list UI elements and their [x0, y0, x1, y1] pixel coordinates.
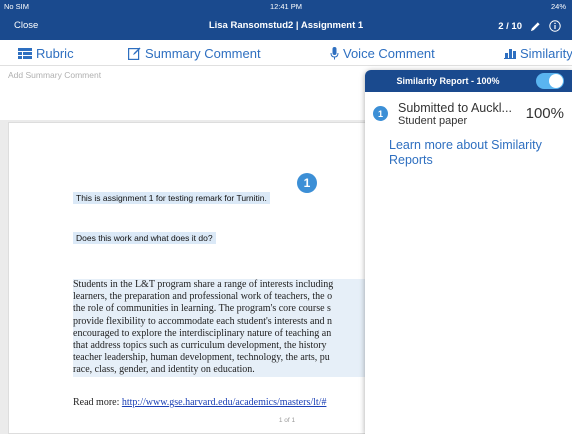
similarity-report-title: Similarity Report - 100% — [396, 76, 500, 86]
similarity-toggle[interactable] — [536, 73, 564, 89]
match-number-badge: 1 — [373, 106, 388, 121]
voice-comment-label: Voice Comment — [343, 45, 435, 61]
rubric-button[interactable]: Rubric — [18, 45, 74, 61]
read-more-link[interactable]: http://www.gse.harvard.edu/academics/mas… — [122, 397, 327, 408]
summary-comment-input[interactable] — [8, 70, 308, 80]
document-paragraph: Students in the L&T program share a rang… — [73, 279, 373, 377]
paragraph-line: teacher leadership, human development, t… — [73, 352, 373, 365]
top-bar: No SIM 12:41 PM 24% Close Lisa Ransomstu… — [0, 0, 572, 40]
grading-toolbar: Rubric Summary Comment Voice Comment Sim… — [0, 40, 572, 66]
match-source-type: Student paper — [398, 115, 468, 127]
info-icon[interactable] — [548, 19, 562, 33]
highlighted-text: This is assignment 1 for testing remark … — [73, 192, 270, 204]
similarity-label: Similarity — [520, 45, 572, 61]
similarity-report-header: Similarity Report - 100% — [365, 70, 572, 92]
edit-note-icon — [128, 47, 141, 60]
paragraph-line: that address topics such as curriculum d… — [73, 340, 373, 353]
nav-right-controls: 2 / 10 — [498, 19, 562, 33]
voice-comment-button[interactable]: Voice Comment — [330, 45, 435, 61]
microphone-icon — [330, 46, 339, 59]
similarity-button[interactable]: Similarity — [504, 45, 572, 61]
paragraph-line: provide flexibility to accommodate each … — [73, 315, 373, 328]
nav-bar: Close Lisa Ransomstud2 | Assignment 1 2 … — [0, 16, 572, 38]
similarity-match-marker[interactable]: 1 — [297, 173, 317, 193]
summary-comment-button[interactable]: Summary Comment — [128, 45, 261, 61]
paragraph-line: encouraged to explore the interdisciplin… — [73, 327, 373, 341]
paragraph-line: learners, the preparation and profession… — [73, 291, 373, 304]
summary-comment-label: Summary Comment — [145, 45, 261, 61]
bar-chart-icon — [504, 48, 516, 59]
rubric-icon — [18, 47, 32, 59]
toggle-knob — [549, 74, 563, 88]
learn-more-link[interactable]: Learn more about Similarity Reports — [389, 138, 564, 168]
similarity-report-popover: Similarity Report - 100% 1 Submitted to … — [365, 70, 572, 434]
status-bar: No SIM 12:41 PM 24% — [0, 0, 572, 14]
document-line: This is assignment 1 for testing remark … — [73, 192, 270, 204]
submission-pager[interactable]: 2 / 10 — [498, 21, 522, 32]
paragraph-line: Students in the L&T program share a rang… — [73, 279, 373, 292]
similarity-match-item[interactable]: 1 Submitted to Auckl... Student paper 10… — [365, 100, 572, 130]
match-source: Submitted to Auckl... — [398, 101, 512, 115]
match-percent: 100% — [525, 105, 564, 122]
clock: 12:41 PM — [269, 2, 303, 11]
pencil-icon[interactable] — [528, 19, 542, 33]
document-line: Does this work and what does it do? — [73, 232, 216, 244]
read-more-prefix: Read more: — [73, 397, 122, 408]
paragraph-line: race, class, gender, and identity on edu… — [73, 364, 373, 377]
rubric-label: Rubric — [36, 45, 74, 61]
read-more-line: Read more: http://www.gse.harvard.edu/ac… — [73, 397, 373, 408]
paragraph-line: the role of communities in learning. The… — [73, 303, 373, 316]
page-title: Lisa Ransomstud2 | Assignment 1 — [208, 20, 364, 31]
highlighted-text: Does this work and what does it do? — [73, 232, 216, 244]
close-button[interactable]: Close — [14, 20, 38, 31]
battery-label: 24% — [550, 2, 566, 11]
